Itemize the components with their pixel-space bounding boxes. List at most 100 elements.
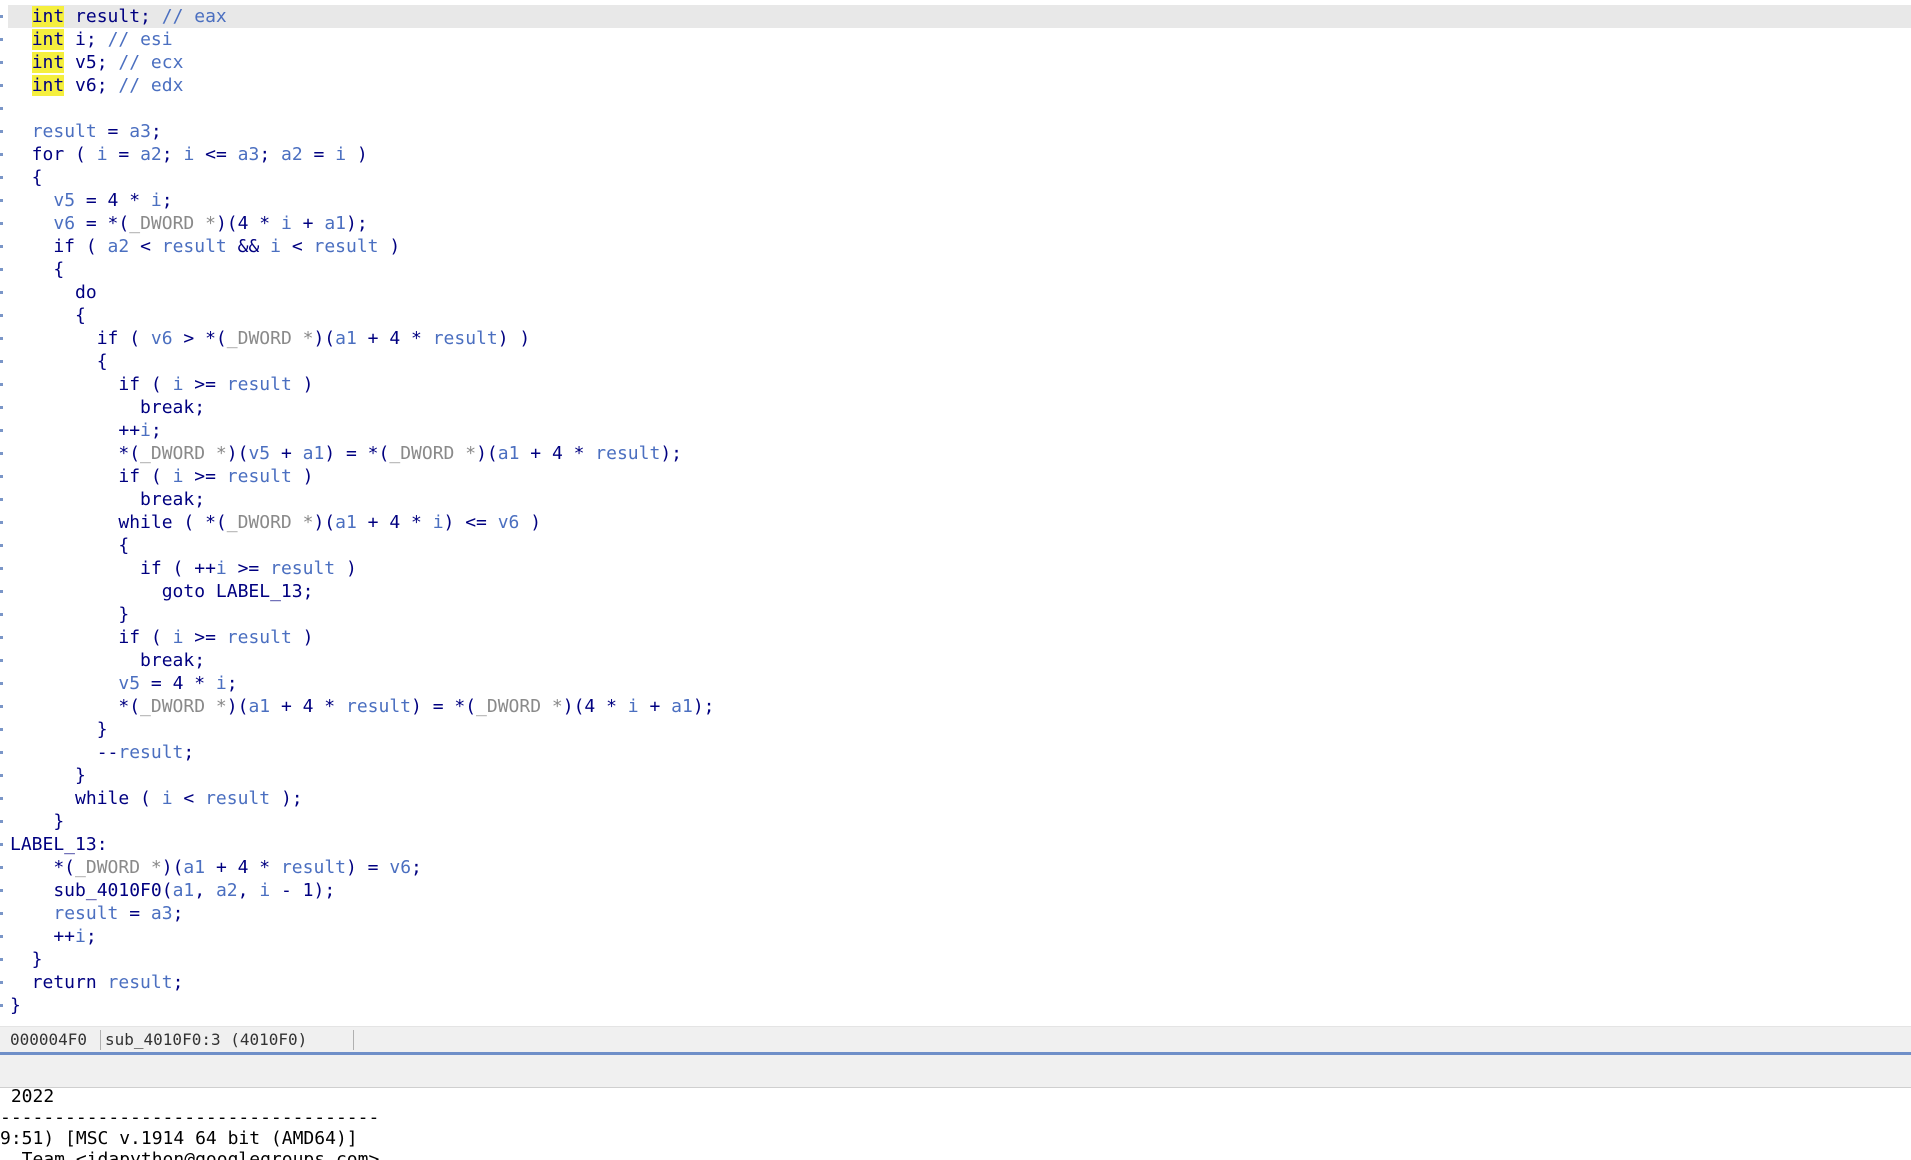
- code-token: ++: [10, 420, 141, 441]
- code-line[interactable]: do: [10, 281, 97, 304]
- gutter-marker: [0, 544, 3, 547]
- output-window[interactable]: 2022 ----------------------------------- 9…: [0, 1088, 1911, 1160]
- gutter-marker: [0, 613, 3, 616]
- code-identifier: a3: [129, 121, 151, 142]
- output-line: 9:51) [MSC v.1914 64 bit (AMD64)]: [0, 1128, 358, 1149]
- code-identifier: result: [205, 788, 271, 809]
- code-token: );: [660, 443, 683, 464]
- code-line[interactable]: }: [10, 994, 21, 1017]
- code-line[interactable]: goto LABEL_13;: [10, 580, 314, 603]
- code-token: );: [692, 696, 715, 717]
- code-line[interactable]: result = a3;: [10, 902, 183, 925]
- code-identifier: a1: [335, 512, 357, 533]
- code-line[interactable]: int i; // esi: [10, 28, 173, 51]
- code-line[interactable]: {: [10, 304, 86, 327]
- code-token: break;: [10, 397, 206, 418]
- code-comment: // eax: [161, 6, 227, 27]
- code-line[interactable]: v6 = *(_DWORD *)(4 * i + a1);: [10, 212, 367, 235]
- gutter-marker: [0, 429, 3, 432]
- code-line[interactable]: return result;: [10, 971, 184, 994]
- code-line[interactable]: --result;: [10, 741, 195, 764]
- code-line[interactable]: v5 = 4 * i;: [10, 189, 172, 212]
- code-type-cast: _DWORD *: [75, 857, 162, 878]
- code-line[interactable]: {: [10, 350, 108, 373]
- code-line[interactable]: *(_DWORD *)(a1 + 4 * result) = *(_DWORD …: [10, 695, 715, 718]
- code-identifier: i: [150, 190, 162, 211]
- code-line[interactable]: if ( a2 < result && i < result ): [10, 235, 400, 258]
- code-line[interactable]: *(_DWORD *)(a1 + 4 * result) = v6;: [10, 856, 422, 879]
- code-identifier: result: [161, 236, 227, 257]
- code-line[interactable]: *(_DWORD *)(v5 + a1) = *(_DWORD *)(a1 + …: [10, 442, 682, 465]
- code-line[interactable]: {: [10, 166, 43, 189]
- code-line[interactable]: if ( i >= result ): [10, 465, 313, 488]
- code-line[interactable]: }: [10, 810, 64, 833]
- code-line[interactable]: LABEL_13:: [10, 833, 108, 856]
- pseudocode-view[interactable]: int result; // eax int i; // esi int v5;…: [0, 0, 1911, 1026]
- code-line[interactable]: {: [10, 534, 129, 557]
- code-token: ;: [226, 673, 238, 694]
- gutter-marker: [0, 1004, 3, 1007]
- code-line[interactable]: result = a3;: [10, 120, 162, 143]
- code-token: return: [10, 972, 108, 993]
- status-address: 000004F0: [10, 1030, 88, 1049]
- code-line[interactable]: {: [10, 258, 64, 281]
- gutter-marker: [0, 567, 3, 570]
- code-token: ): [291, 374, 314, 395]
- code-token: ) <=: [443, 512, 498, 533]
- code-line[interactable]: while ( *(_DWORD *)(a1 + 4 * i) <= v6 ): [10, 511, 541, 534]
- code-highlighted-token: int: [31, 75, 65, 96]
- code-identifier: i: [280, 213, 292, 234]
- code-identifier: i: [270, 236, 281, 257]
- code-identifier: a1: [302, 443, 325, 464]
- code-line[interactable]: if ( i >= result ): [10, 373, 313, 396]
- code-line[interactable]: int v5; // ecx: [10, 51, 183, 74]
- code-identifier: i: [161, 788, 173, 809]
- code-token: }: [10, 995, 21, 1016]
- code-token: ;: [172, 903, 184, 924]
- code-line[interactable]: }: [10, 603, 129, 626]
- code-identifier: i: [215, 558, 227, 579]
- gutter-marker: [0, 245, 3, 248]
- code-token: =: [302, 144, 336, 165]
- code-token: = 4 *: [75, 190, 151, 211]
- code-line[interactable]: ++i;: [10, 925, 96, 948]
- status-function-location: sub_4010F0:3 (4010F0): [105, 1030, 308, 1049]
- code-line[interactable]: sub_4010F0(a1, a2, i - 1);: [10, 879, 335, 902]
- code-line[interactable]: for ( i = a2; i <= a3; a2 = i ): [10, 143, 368, 166]
- code-line[interactable]: while ( i < result );: [10, 787, 303, 810]
- gutter-marker: [0, 107, 3, 110]
- code-identifier: a2: [281, 144, 303, 165]
- code-token: ;: [172, 972, 184, 993]
- gutter-marker: [0, 774, 3, 777]
- gutter-marker: [0, 176, 3, 179]
- code-type-cast: _DWORD *: [389, 443, 477, 464]
- code-identifier: i: [172, 627, 184, 648]
- code-token: ): [291, 466, 314, 487]
- code-line[interactable]: ++i;: [10, 419, 162, 442]
- code-line[interactable]: }: [10, 948, 43, 971]
- code-line[interactable]: int v6; // edx: [10, 74, 183, 97]
- code-identifier: i: [75, 926, 86, 947]
- gutter-marker: [0, 38, 3, 41]
- code-line[interactable]: break;: [10, 649, 205, 672]
- code-line[interactable]: v5 = 4 * i;: [10, 672, 238, 695]
- code-line[interactable]: if ( i >= result ): [10, 626, 313, 649]
- code-token: )(: [313, 328, 336, 349]
- code-line[interactable]: if ( ++i >= result ): [10, 557, 357, 580]
- code-token: ;: [150, 420, 162, 441]
- code-line[interactable]: int result; // eax: [10, 5, 227, 28]
- code-type-cast: _DWORD *: [226, 328, 314, 349]
- code-identifier: i: [172, 466, 184, 487]
- code-identifier: a2: [215, 880, 238, 901]
- code-line[interactable]: }: [10, 764, 86, 787]
- gutter-marker: [0, 452, 3, 455]
- code-line[interactable]: break;: [10, 488, 205, 511]
- code-line[interactable]: if ( v6 > *(_DWORD *)(a1 + 4 * result) ): [10, 327, 531, 350]
- code-line[interactable]: }: [10, 718, 108, 741]
- code-token: )(: [161, 857, 184, 878]
- code-comment: // ecx: [118, 52, 184, 73]
- code-line[interactable]: break;: [10, 396, 205, 419]
- gutter-marker: [0, 843, 3, 846]
- gutter-marker: [0, 705, 3, 708]
